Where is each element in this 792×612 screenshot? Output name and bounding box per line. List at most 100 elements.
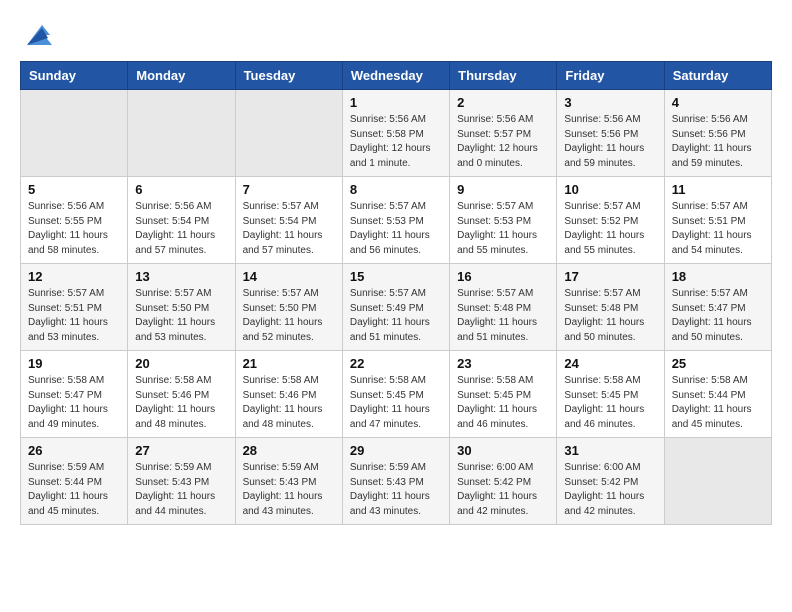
day-number: 3 — [564, 95, 656, 110]
cell-data: Sunrise: 5:59 AM Sunset: 5:43 PM Dayligh… — [135, 461, 227, 519]
calendar-cell: 28 Sunrise: 5:59 AM Sunset: 5:43 PM Dayli… — [235, 438, 342, 525]
day-header-tuesday: Tuesday — [235, 62, 342, 90]
calendar-cell: 25Sunrise: 5:58 AM Sunset: 5:44 PM Dayli… — [664, 351, 771, 438]
calendar-table: SundayMondayTuesdayWednesdayThursdayFrid… — [20, 61, 772, 525]
cell-data: Sunrise: 6:00 AM Sunset: 5:42 PM Dayligh… — [564, 461, 656, 519]
calendar-cell: 15 Sunrise: 5:57 AM Sunset: 5:49 PM Dayli… — [342, 264, 449, 351]
cell-data: Sunrise: 5:58 AM Sunset: 5:44 PM Dayligh… — [672, 374, 764, 432]
day-number: 8 — [350, 182, 442, 197]
calendar-week-2: 5 Sunrise: 5:56 AM Sunset: 5:55 PM Daylig… — [21, 177, 772, 264]
calendar-cell: 30 Sunrise: 6:00 AM Sunset: 5:42 PM Dayli… — [450, 438, 557, 525]
cell-data: Sunrise: 6:00 AM Sunset: 5:42 PM Dayligh… — [457, 461, 549, 519]
day-number: 15 — [350, 269, 442, 284]
calendar-cell: 14Sunrise: 5:57 AM Sunset: 5:50 PM Dayli… — [235, 264, 342, 351]
day-number: 17 — [564, 269, 656, 284]
calendar-cell: 12 Sunrise: 5:57 AM Sunset: 5:51 PM Dayli… — [21, 264, 128, 351]
cell-data: Sunrise: 5:56 AM Sunset: 5:56 PM Dayligh… — [672, 113, 764, 171]
cell-data: Sunrise: 5:56 AM Sunset: 5:54 PM Dayligh… — [135, 200, 227, 258]
day-header-saturday: Saturday — [664, 62, 771, 90]
calendar-cell: 16 Sunrise: 5:57 AM Sunset: 5:48 PM Dayli… — [450, 264, 557, 351]
day-number: 10 — [564, 182, 656, 197]
day-number: 5 — [28, 182, 120, 197]
logo-icon — [22, 20, 52, 50]
day-number: 4 — [672, 95, 764, 110]
calendar-cell: 31 Sunrise: 6:00 AM Sunset: 5:42 PM Dayli… — [557, 438, 664, 525]
day-number: 9 — [457, 182, 549, 197]
calendar-cell: 11 Sunrise: 5:57 AM Sunset: 5:51 PM Dayli… — [664, 177, 771, 264]
day-number: 29 — [350, 443, 442, 458]
cell-data: Sunrise: 5:56 AM Sunset: 5:56 PM Dayligh… — [564, 113, 656, 171]
calendar-body: 1 Sunrise: 5:56 AM Sunset: 5:58 PM Daylig… — [21, 90, 772, 525]
day-number: 2 — [457, 95, 549, 110]
day-number: 19 — [28, 356, 120, 371]
logo-text — [20, 20, 52, 55]
calendar-cell: 19 Sunrise: 5:58 AM Sunset: 5:47 PM Dayli… — [21, 351, 128, 438]
cell-data: Sunrise: 5:57 AM Sunset: 5:48 PM Dayligh… — [457, 287, 549, 345]
cell-data: Sunrise: 5:56 AM Sunset: 5:58 PM Dayligh… — [350, 113, 442, 171]
calendar-cell: 7 Sunrise: 5:57 AM Sunset: 5:54 PM Daylig… — [235, 177, 342, 264]
day-header-thursday: Thursday — [450, 62, 557, 90]
cell-data: Sunrise: 5:57 AM Sunset: 5:51 PM Dayligh… — [672, 200, 764, 258]
cell-data: Sunrise: 5:57 AM Sunset: 5:53 PM Dayligh… — [457, 200, 549, 258]
cell-data: Sunrise: 5:57 AM Sunset: 5:49 PM Dayligh… — [350, 287, 442, 345]
calendar-cell: 4 Sunrise: 5:56 AM Sunset: 5:56 PM Daylig… — [664, 90, 771, 177]
cell-data: Sunrise: 5:58 AM Sunset: 5:45 PM Dayligh… — [457, 374, 549, 432]
day-number: 7 — [243, 182, 335, 197]
cell-data: Sunrise: 5:56 AM Sunset: 5:55 PM Dayligh… — [28, 200, 120, 258]
calendar-week-4: 19 Sunrise: 5:58 AM Sunset: 5:47 PM Dayli… — [21, 351, 772, 438]
day-number: 13 — [135, 269, 227, 284]
day-number: 20 — [135, 356, 227, 371]
calendar-week-3: 12 Sunrise: 5:57 AM Sunset: 5:51 PM Dayli… — [21, 264, 772, 351]
calendar-cell: 17 Sunrise: 5:57 AM Sunset: 5:48 PM Dayli… — [557, 264, 664, 351]
day-number: 28 — [243, 443, 335, 458]
day-number: 6 — [135, 182, 227, 197]
cell-data: Sunrise: 5:57 AM Sunset: 5:52 PM Dayligh… — [564, 200, 656, 258]
cell-data: Sunrise: 5:56 AM Sunset: 5:57 PM Dayligh… — [457, 113, 549, 171]
day-number: 23 — [457, 356, 549, 371]
cell-data: Sunrise: 5:59 AM Sunset: 5:43 PM Dayligh… — [350, 461, 442, 519]
cell-data: Sunrise: 5:57 AM Sunset: 5:50 PM Dayligh… — [243, 287, 335, 345]
cell-data: Sunrise: 5:57 AM Sunset: 5:54 PM Dayligh… — [243, 200, 335, 258]
calendar-cell: 13 Sunrise: 5:57 AM Sunset: 5:50 PM Dayli… — [128, 264, 235, 351]
calendar-cell — [235, 90, 342, 177]
day-number: 27 — [135, 443, 227, 458]
cell-data: Sunrise: 5:58 AM Sunset: 5:46 PM Dayligh… — [135, 374, 227, 432]
day-number: 26 — [28, 443, 120, 458]
day-number: 1 — [350, 95, 442, 110]
day-header-sunday: Sunday — [21, 62, 128, 90]
day-number: 30 — [457, 443, 549, 458]
page-header — [20, 20, 772, 51]
cell-data: Sunrise: 5:59 AM Sunset: 5:43 PM Dayligh… — [243, 461, 335, 519]
calendar-cell: 26 Sunrise: 5:59 AM Sunset: 5:44 PM Dayli… — [21, 438, 128, 525]
calendar-cell — [664, 438, 771, 525]
calendar-cell — [21, 90, 128, 177]
calendar-cell: 9 Sunrise: 5:57 AM Sunset: 5:53 PM Daylig… — [450, 177, 557, 264]
cell-data: Sunrise: 5:57 AM Sunset: 5:50 PM Dayligh… — [135, 287, 227, 345]
day-number: 24 — [564, 356, 656, 371]
calendar-week-5: 26 Sunrise: 5:59 AM Sunset: 5:44 PM Dayli… — [21, 438, 772, 525]
day-header-wednesday: Wednesday — [342, 62, 449, 90]
cell-data: Sunrise: 5:57 AM Sunset: 5:53 PM Dayligh… — [350, 200, 442, 258]
calendar-cell: 6 Sunrise: 5:56 AM Sunset: 5:54 PM Daylig… — [128, 177, 235, 264]
day-number: 31 — [564, 443, 656, 458]
day-number: 11 — [672, 182, 764, 197]
calendar-cell: 29 Sunrise: 5:59 AM Sunset: 5:43 PM Dayli… — [342, 438, 449, 525]
calendar-cell — [128, 90, 235, 177]
day-number: 22 — [350, 356, 442, 371]
cell-data: Sunrise: 5:58 AM Sunset: 5:45 PM Dayligh… — [350, 374, 442, 432]
calendar-cell: 1 Sunrise: 5:56 AM Sunset: 5:58 PM Daylig… — [342, 90, 449, 177]
cell-data: Sunrise: 5:58 AM Sunset: 5:46 PM Dayligh… — [243, 374, 335, 432]
cell-data: Sunrise: 5:58 AM Sunset: 5:47 PM Dayligh… — [28, 374, 120, 432]
cell-data: Sunrise: 5:57 AM Sunset: 5:51 PM Dayligh… — [28, 287, 120, 345]
cell-data: Sunrise: 5:59 AM Sunset: 5:44 PM Dayligh… — [28, 461, 120, 519]
calendar-cell: 10 Sunrise: 5:57 AM Sunset: 5:52 PM Dayli… — [557, 177, 664, 264]
calendar-cell: 21Sunrise: 5:58 AM Sunset: 5:46 PM Dayli… — [235, 351, 342, 438]
day-header-monday: Monday — [128, 62, 235, 90]
calendar-cell: 3 Sunrise: 5:56 AM Sunset: 5:56 PM Daylig… — [557, 90, 664, 177]
logo — [20, 20, 52, 51]
day-number: 16 — [457, 269, 549, 284]
cell-data: Sunrise: 5:57 AM Sunset: 5:48 PM Dayligh… — [564, 287, 656, 345]
day-header-friday: Friday — [557, 62, 664, 90]
calendar-week-1: 1 Sunrise: 5:56 AM Sunset: 5:58 PM Daylig… — [21, 90, 772, 177]
day-number: 12 — [28, 269, 120, 284]
